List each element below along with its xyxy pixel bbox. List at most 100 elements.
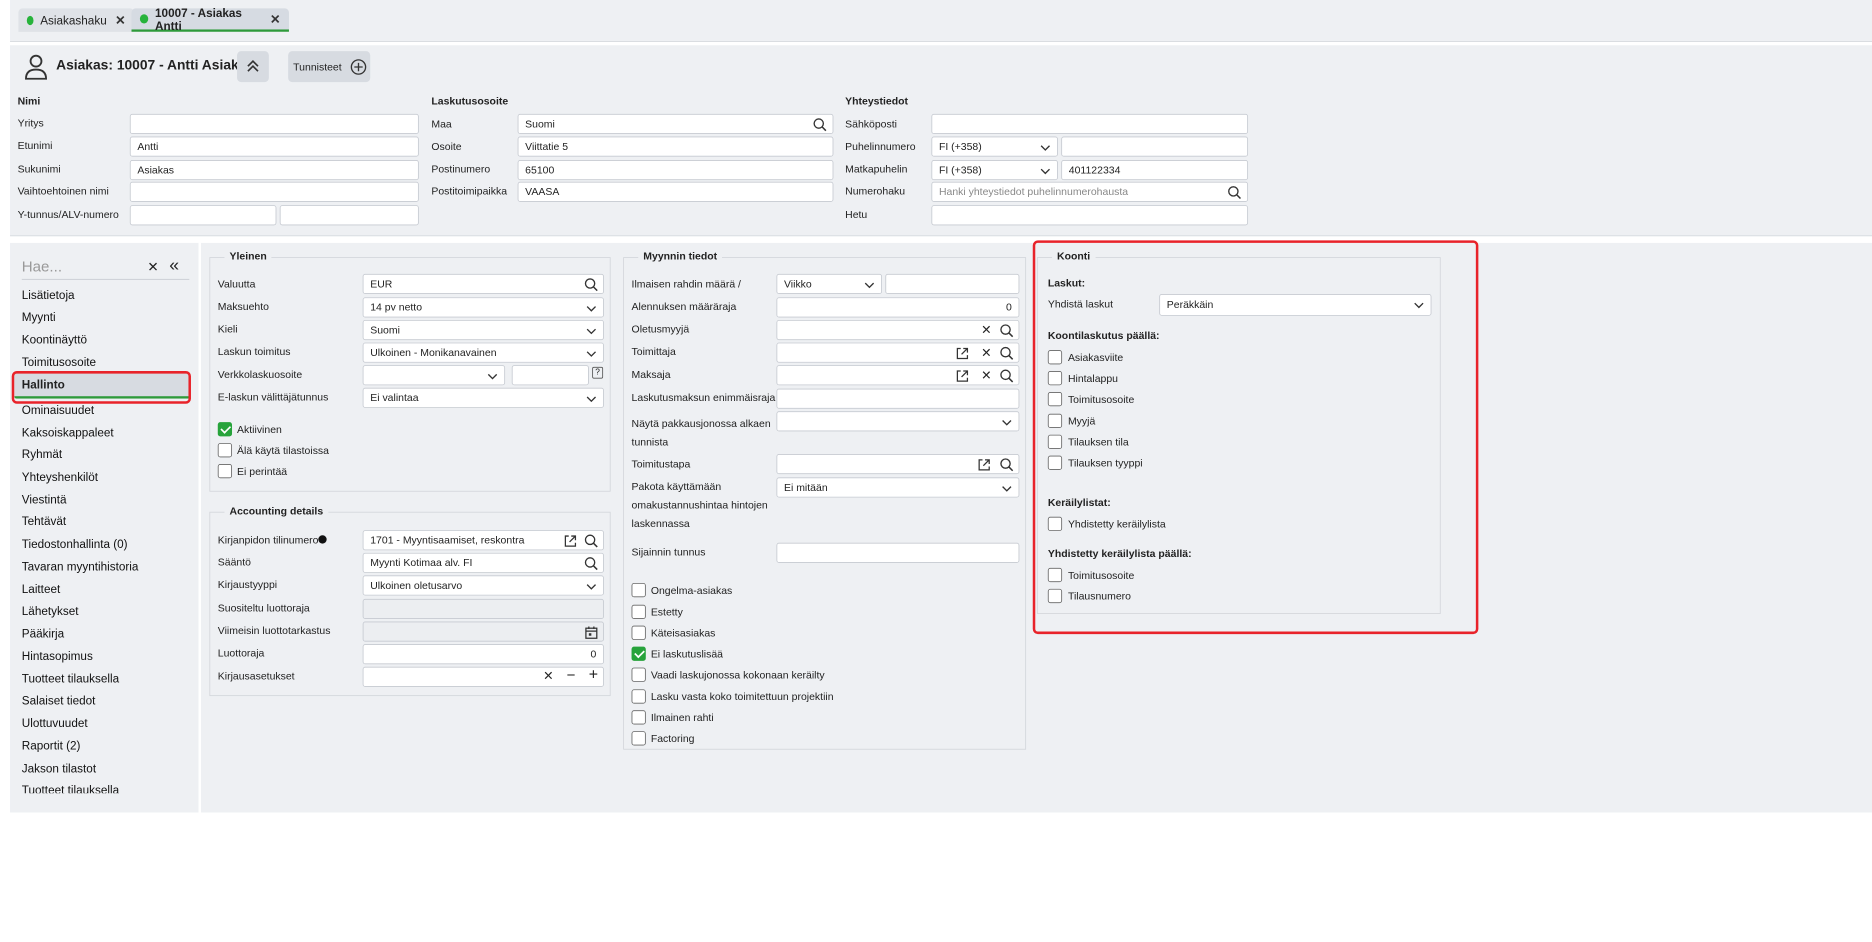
checkbox-factoring[interactable] (631, 731, 646, 746)
search-icon[interactable] (999, 323, 1014, 338)
payer-field[interactable]: ✕ (776, 365, 1020, 386)
close-icon[interactable]: ✕ (115, 13, 126, 27)
freight-amount-field[interactable] (885, 273, 1020, 294)
phone-lookup-field[interactable]: Hanki yhteystiedot puhelinnumerohausta (931, 181, 1249, 202)
search-icon[interactable] (584, 556, 599, 571)
sidebar-item-myyntihistoria[interactable]: Tavaran myyntihistoria (22, 560, 139, 573)
search-icon[interactable] (999, 346, 1014, 361)
queue-select[interactable] (776, 411, 1020, 432)
help-icon[interactable]: ? (592, 366, 604, 379)
clear-icon[interactable]: ✕ (981, 368, 992, 383)
clear-icon[interactable]: ✕ (981, 345, 992, 360)
sidebar-item-hintasopimus[interactable]: Hintasopimus (22, 649, 93, 662)
sidebar-item-ryhmat[interactable]: Ryhmät (22, 447, 62, 460)
sidebar-item-ulottuvuudet[interactable]: Ulottuvuudet (22, 716, 88, 729)
supplier-field[interactable]: ✕ (776, 342, 1020, 363)
external-link-icon[interactable] (955, 369, 970, 384)
delivery-method-field[interactable] (776, 453, 1020, 475)
calendar-icon[interactable] (584, 625, 599, 640)
force-cost-select[interactable]: Ei mitään (776, 477, 1020, 498)
language-select[interactable]: Suomi (362, 319, 604, 341)
country-field[interactable]: Suomi (517, 113, 834, 135)
location-field[interactable] (776, 542, 1020, 563)
freight-period-select[interactable]: Viikko (776, 273, 882, 294)
checkbox-cash-customer[interactable] (631, 625, 646, 640)
account-field[interactable]: 1701 - Myyntisaamiset, reskontra (362, 530, 604, 551)
checkbox-require-picked[interactable] (631, 667, 646, 682)
search-icon[interactable] (999, 457, 1014, 472)
search-icon[interactable] (999, 369, 1014, 384)
lastname-field[interactable]: Asiakas (129, 159, 419, 181)
phone-country-select[interactable]: FI (+358) (931, 136, 1058, 157)
plus-icon[interactable]: + (589, 668, 598, 685)
tags-button[interactable]: Tunnisteet (288, 51, 371, 83)
vat-field-2[interactable] (279, 205, 419, 226)
posting-select[interactable]: Ulkoinen oletusarvo (362, 575, 604, 596)
sidebar-item-ominaisuudet[interactable]: Ominaisuudet (22, 403, 94, 416)
sidebar-item-toimitusosoite[interactable]: Toimitusosoite (22, 355, 96, 368)
tab-customer[interactable]: 10007 - Asiakas Antti ✕ (131, 5, 289, 32)
minus-icon[interactable]: − (567, 668, 576, 685)
sidebar-item-koontinaytto[interactable]: Koontinäyttö (22, 333, 87, 346)
clear-icon[interactable]: ✕ (981, 322, 992, 337)
sidebar-item-myynti[interactable]: Myynti (22, 310, 56, 323)
sidebar-item-raportit[interactable]: Raportit (2) (22, 739, 81, 752)
terms-select[interactable]: 14 pv netto (362, 297, 604, 318)
sidebar-item-salaiset-tiedot[interactable]: Salaiset tiedot (22, 694, 96, 707)
external-link-icon[interactable] (563, 534, 578, 549)
external-link-icon[interactable] (955, 346, 970, 361)
currency-field[interactable]: EUR (362, 273, 604, 294)
fee-limit-field[interactable] (776, 388, 1020, 409)
zip-field[interactable]: 65100 (517, 159, 834, 181)
ssn-field[interactable] (931, 205, 1249, 226)
einvoice-address-field[interactable] (511, 365, 589, 386)
collapse-button[interactable] (237, 51, 269, 83)
altname-field[interactable] (129, 181, 419, 202)
operator-select[interactable]: Ei valintaa (362, 387, 604, 408)
phone-field[interactable] (1061, 136, 1249, 157)
checkbox-blocked[interactable] (631, 604, 646, 619)
collapse-sidebar-icon[interactable]: « (169, 255, 179, 275)
sidebar-item-viestinta[interactable]: Viestintä (22, 493, 67, 506)
clear-icon[interactable]: ✕ (543, 668, 554, 683)
search-icon[interactable] (812, 117, 827, 132)
checkbox-no-invoice-fee[interactable] (631, 646, 646, 661)
sidebar-search[interactable]: Hae... ✕ « (21, 255, 190, 280)
address-field[interactable]: Viittatie 5 (517, 136, 834, 157)
delivery-select[interactable]: Ulkoinen - Monikanavainen (362, 342, 604, 363)
mobile-field[interactable]: 401122334 (1061, 159, 1249, 181)
sidebar-item-paakirja[interactable]: Pääkirja (22, 627, 64, 640)
search-icon[interactable] (584, 277, 599, 292)
credit-limit-field[interactable]: 0 (362, 644, 604, 665)
email-field[interactable] (931, 113, 1249, 135)
clear-icon[interactable]: ✕ (147, 259, 158, 276)
search-icon[interactable] (584, 534, 599, 549)
sidebar-item-jakson-tilastot[interactable]: Jakson tilastot (22, 761, 96, 774)
mobile-country-select[interactable]: FI (+358) (931, 159, 1058, 181)
checkbox-project-invoice[interactable] (631, 689, 646, 704)
active-checkbox[interactable] (217, 422, 233, 437)
sidebar-item-tuotteet-tilauksella[interactable]: Tuotteet tilauksella (22, 672, 119, 685)
sidebar-item-tiedostonhallinta[interactable]: Tiedostonhallinta (0) (22, 537, 128, 550)
sidebar-item-kaksoiskappaleet[interactable]: Kaksoiskappaleet (22, 426, 114, 439)
search-icon[interactable] (1227, 185, 1242, 200)
checkbox-free-freight[interactable] (631, 710, 646, 725)
firstname-field[interactable]: Antti (129, 136, 419, 157)
tab-asiakashaku[interactable]: Asiakashaku ✕ (18, 8, 135, 32)
close-icon[interactable]: ✕ (270, 11, 281, 26)
sidebar-item-yhteyshenkilot[interactable]: Yhteyshenkilöt (22, 470, 98, 483)
checkbox-problem-customer[interactable] (631, 582, 646, 598)
discount-field[interactable]: 0 (776, 297, 1020, 318)
company-field[interactable] (129, 113, 419, 135)
nocollect-checkbox[interactable] (217, 464, 233, 479)
sidebar-item-laitteet[interactable]: Laitteet (22, 582, 60, 595)
nostats-checkbox[interactable] (217, 443, 233, 458)
sidebar-item-tehtavat[interactable]: Tehtävät (22, 514, 66, 527)
seller-field[interactable]: ✕ (776, 319, 1020, 341)
einvoice-select[interactable] (362, 365, 506, 386)
rule-field[interactable]: Myynti Kotimaa alv. FI (362, 552, 604, 573)
city-field[interactable]: VAASA (517, 181, 834, 202)
external-link-icon[interactable] (977, 457, 992, 472)
vat-field[interactable] (129, 205, 277, 226)
sidebar-item-lisatietoja[interactable]: Lisätietoja (22, 288, 75, 301)
